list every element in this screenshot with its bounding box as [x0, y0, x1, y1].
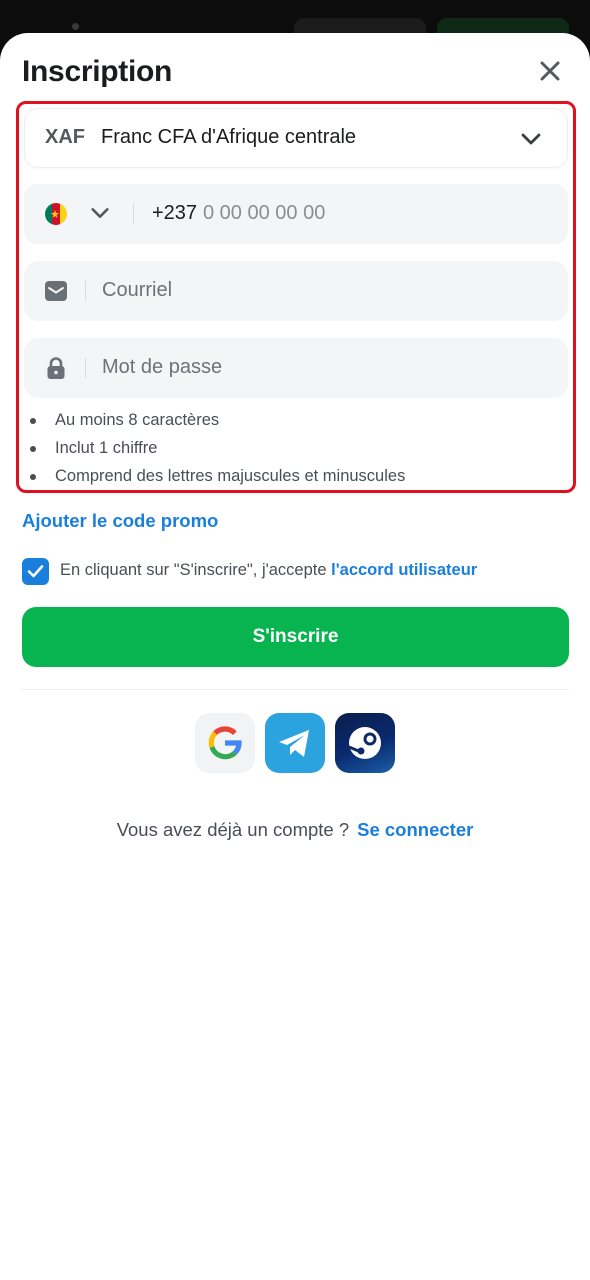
lock-icon	[47, 357, 65, 379]
terms-label: En cliquant sur "S'inscrire", j'accepte	[60, 561, 332, 579]
login-prompt-row: Vous avez déjà un compte ? Se connecter	[0, 819, 590, 841]
close-icon	[540, 61, 560, 81]
chevron-down-icon	[521, 133, 541, 145]
currency-select[interactable]: XAF Franc CFA d'Afrique centrale	[24, 108, 568, 168]
mail-icon	[45, 281, 67, 301]
password-rules-list: Au moins 8 caractères Inclut 1 chiffre C…	[30, 406, 405, 490]
cameroon-flag-icon[interactable]	[45, 203, 67, 225]
phone-field[interactable]: +237 0 00 00 00 00	[24, 184, 568, 244]
field-divider	[85, 358, 86, 378]
signup-button[interactable]: S'inscrire	[22, 607, 569, 667]
password-rule: Inclut 1 chiffre	[30, 434, 405, 462]
password-input[interactable]: Mot de passe	[102, 356, 222, 379]
section-divider	[22, 689, 569, 690]
checkmark-icon	[27, 565, 44, 578]
registration-modal: Inscription XAF Franc CFA d'Afrique cent…	[0, 33, 590, 1280]
google-login-button[interactable]	[195, 713, 255, 773]
phone-input[interactable]: 0 00 00 00 00	[203, 202, 325, 225]
currency-code: XAF	[45, 126, 85, 148]
close-button[interactable]	[536, 57, 564, 85]
steam-icon	[348, 727, 381, 759]
background-dot	[72, 23, 79, 30]
password-field[interactable]: Mot de passe	[24, 338, 568, 398]
modal-title: Inscription	[22, 55, 173, 88]
terms-text: En cliquant sur "S'inscrire", j'accepte …	[60, 561, 477, 580]
login-link[interactable]: Se connecter	[357, 819, 473, 840]
user-agreement-link[interactable]: l'accord utilisateur	[331, 561, 477, 579]
add-promo-code-link[interactable]: Ajouter le code promo	[22, 510, 218, 532]
password-rule: Comprend des lettres majuscules et minus…	[30, 462, 405, 490]
google-icon	[208, 726, 242, 760]
email-field[interactable]: Courriel	[24, 261, 568, 321]
steam-login-button[interactable]	[335, 713, 395, 773]
password-rule: Au moins 8 caractères	[30, 406, 405, 434]
email-input[interactable]: Courriel	[102, 279, 172, 302]
telegram-login-button[interactable]	[265, 713, 325, 773]
country-chevron-down-icon[interactable]	[89, 202, 111, 224]
login-prompt: Vous avez déjà un compte ?	[116, 819, 350, 840]
terms-checkbox[interactable]	[22, 558, 49, 585]
currency-name: Franc CFA d'Afrique centrale	[101, 126, 357, 148]
telegram-icon	[279, 730, 309, 757]
field-divider	[85, 281, 86, 301]
field-divider	[133, 204, 134, 224]
phone-country-code: +237	[152, 202, 198, 224]
